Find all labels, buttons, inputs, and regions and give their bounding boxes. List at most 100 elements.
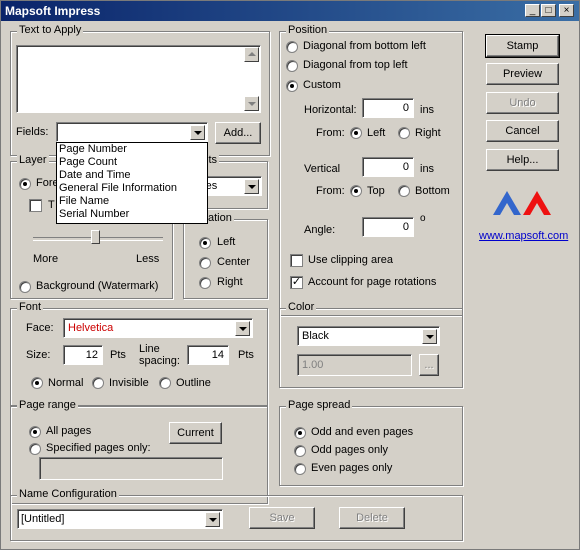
diag-top-left-label: Diagonal from top left	[303, 59, 408, 71]
color-opacity-field: 1.00	[297, 354, 412, 376]
diag-top-left-radio[interactable]	[286, 60, 298, 72]
text-to-apply-label: Text to Apply	[17, 24, 84, 36]
vertical-input[interactable]: 0	[362, 157, 414, 177]
font-face-combo[interactable]: Helvetica	[63, 318, 253, 338]
cancel-button[interactable]: Cancel	[486, 120, 559, 142]
color-group: Color Black 1.00 ...	[279, 301, 463, 388]
from-right-label: Right	[415, 127, 441, 139]
line-spacing-input[interactable]: 14	[187, 345, 229, 365]
undo-button[interactable]: Undo	[486, 92, 559, 114]
diag-bottom-left-label: Diagonal from bottom left	[303, 40, 426, 52]
clipping-checkbox[interactable]	[290, 254, 303, 267]
chevron-down-icon[interactable]	[205, 512, 220, 527]
color-combo[interactable]: Black	[297, 326, 440, 346]
close-button[interactable]: ×	[559, 4, 574, 17]
transparency-label: T	[48, 199, 55, 211]
field-option[interactable]: Date and Time	[57, 169, 207, 182]
style-outline-radio[interactable]	[159, 377, 171, 389]
angle-input[interactable]: 0	[362, 217, 414, 237]
angle-unit: o	[420, 213, 426, 224]
all-pages-radio[interactable]	[29, 426, 41, 438]
odd-pages-radio[interactable]	[294, 445, 306, 457]
h-from-label: From:	[316, 127, 345, 139]
page-range-label: Page range	[17, 399, 78, 411]
maximize-button[interactable]: □	[541, 4, 556, 17]
help-button[interactable]: Help...	[486, 149, 559, 171]
specified-pages-radio[interactable]	[29, 443, 41, 455]
save-configuration-button[interactable]: Save	[249, 507, 315, 529]
color-picker-button[interactable]: ...	[419, 354, 439, 376]
text-to-apply-input[interactable]	[16, 45, 261, 113]
justify-center-radio[interactable]	[199, 257, 211, 269]
line-spacing-label-2: spacing:	[139, 355, 180, 367]
layer-label: Layer	[17, 154, 49, 166]
field-option[interactable]: Page Count	[57, 156, 207, 169]
even-pages-radio[interactable]	[294, 463, 306, 475]
from-bottom-radio[interactable]	[398, 185, 410, 197]
chevron-down-icon[interactable]	[422, 329, 437, 344]
odd-even-pages-radio[interactable]	[294, 427, 306, 439]
transparency-checkbox[interactable]	[29, 199, 42, 212]
all-pages-label: All pages	[46, 425, 92, 437]
fields-label: Fields:	[16, 126, 49, 138]
field-option[interactable]: General File Information	[57, 182, 207, 195]
from-top-label: Top	[367, 185, 385, 197]
horizontal-unit: ins	[420, 104, 435, 116]
delete-configuration-button[interactable]: Delete	[339, 507, 405, 529]
even-pages-label: Even pages only	[311, 462, 393, 474]
justify-right-label: Right	[217, 276, 243, 288]
specified-pages-input	[39, 457, 223, 480]
add-field-button[interactable]: Add...	[215, 122, 261, 144]
chevron-down-icon[interactable]	[190, 125, 205, 140]
rotations-label: Account for page rotations	[308, 276, 437, 288]
minimize-button[interactable]: _	[525, 4, 540, 17]
from-bottom-label: Bottom	[415, 185, 450, 197]
horizontal-input[interactable]: 0	[362, 98, 414, 118]
opacity-slider[interactable]	[33, 230, 163, 248]
title-bar: Mapsoft Impress _ □ ×	[1, 1, 579, 21]
from-left-radio[interactable]	[350, 127, 362, 139]
from-right-radio[interactable]	[398, 127, 410, 139]
field-option[interactable]: Serial Number	[57, 208, 207, 221]
slider-thumb[interactable]	[91, 230, 100, 244]
stamp-button[interactable]: Stamp	[485, 34, 560, 58]
style-outline-label: Outline	[176, 377, 211, 389]
current-page-button[interactable]: Current	[169, 422, 222, 444]
scroll-up-button[interactable]	[244, 47, 259, 62]
diag-bottom-left-radio[interactable]	[286, 41, 298, 53]
justify-left-radio[interactable]	[199, 237, 211, 249]
style-normal-radio[interactable]	[31, 377, 43, 389]
style-invisible-radio[interactable]	[92, 377, 104, 389]
fields-dropdown-list: Page Number Page Count Date and Time Gen…	[56, 142, 208, 224]
chevron-down-icon[interactable]	[244, 179, 259, 194]
scroll-down-button[interactable]	[244, 96, 259, 111]
horizontal-label: Horizontal:	[304, 104, 357, 116]
field-option[interactable]: File Name	[57, 195, 207, 208]
face-label: Face:	[26, 322, 54, 334]
rotations-checkbox[interactable]: ✓	[290, 276, 303, 289]
foreground-radio[interactable]	[19, 178, 31, 190]
from-top-radio[interactable]	[350, 185, 362, 197]
style-normal-label: Normal	[48, 377, 84, 389]
size-label: Size:	[26, 349, 51, 361]
name-configuration-group: Name Configuration [Untitled] Save Delet…	[10, 488, 463, 541]
angle-label: Angle:	[304, 224, 336, 236]
font-size-input[interactable]: 12	[63, 345, 103, 365]
justify-right-radio[interactable]	[199, 277, 211, 289]
name-configuration-combo[interactable]: [Untitled]	[17, 509, 223, 529]
mapsoft-link[interactable]: www.mapsoft.com	[479, 230, 568, 242]
fields-combo[interactable]	[56, 122, 208, 142]
justify-left-label: Left	[217, 236, 236, 248]
name-configuration-value: [Untitled]	[21, 513, 65, 525]
custom-position-label: Custom	[303, 79, 341, 91]
specified-pages-label: Specified pages only:	[46, 442, 151, 454]
line-spacing-label-1: Line	[139, 343, 160, 355]
font-group: Font Face: Helvetica Size: 12 Pts Line s…	[10, 301, 268, 406]
page-spread-group: Page spread Odd and even pages Odd pages…	[279, 399, 463, 486]
chevron-down-icon[interactable]	[235, 321, 250, 336]
custom-position-radio[interactable]	[286, 80, 298, 92]
field-option[interactable]: Page Number	[57, 143, 207, 156]
preview-button[interactable]: Preview	[486, 63, 559, 85]
background-radio[interactable]	[19, 281, 31, 293]
page-spread-label: Page spread	[286, 399, 353, 411]
